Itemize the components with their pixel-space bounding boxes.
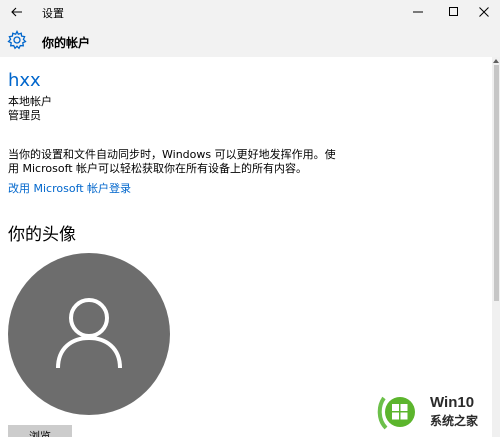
- watermark-brand: Win10: [430, 394, 475, 411]
- watermark-subtitle: 系统之家: [430, 414, 479, 428]
- avatar-heading: 你的头像: [8, 225, 76, 245]
- account-username: hxx: [8, 70, 41, 91]
- user-silhouette-icon: [56, 298, 122, 369]
- page-title: 你的帐户: [42, 36, 91, 50]
- close-button[interactable]: [466, 0, 500, 24]
- back-button[interactable]: [8, 3, 26, 21]
- vertical-scrollbar[interactable]: [492, 57, 500, 437]
- close-icon: [479, 7, 489, 17]
- browse-button[interactable]: 浏览: [8, 425, 72, 437]
- minimize-icon: [413, 11, 423, 13]
- minimize-button[interactable]: [400, 0, 436, 24]
- settings-window: 设置 你的帐户 hxx 本地帐户 管理员 当你的设置和文件自动同步时，Windo…: [0, 0, 500, 437]
- title-bar: 设置: [0, 0, 500, 24]
- avatar: [8, 253, 170, 415]
- account-role: 管理员: [8, 109, 41, 122]
- switch-to-microsoft-account-link[interactable]: 改用 Microsoft 帐户登录: [8, 180, 131, 196]
- windows-logo-icon: [377, 396, 415, 430]
- scrollbar-thumb[interactable]: [494, 65, 499, 301]
- watermark: Win10 系统之家: [376, 392, 500, 432]
- page-header: 你的帐户: [0, 24, 500, 57]
- maximize-icon: [449, 7, 458, 16]
- arrow-left-icon: [11, 7, 22, 17]
- sync-message: 当你的设置和文件自动同步时，Windows 可以更好地发挥作用。使用 Micro…: [8, 148, 336, 175]
- main-content: hxx 本地帐户 管理员 当你的设置和文件自动同步时，Windows 可以更好地…: [0, 57, 492, 437]
- gear-icon: [7, 30, 27, 50]
- window-title: 设置: [42, 7, 64, 20]
